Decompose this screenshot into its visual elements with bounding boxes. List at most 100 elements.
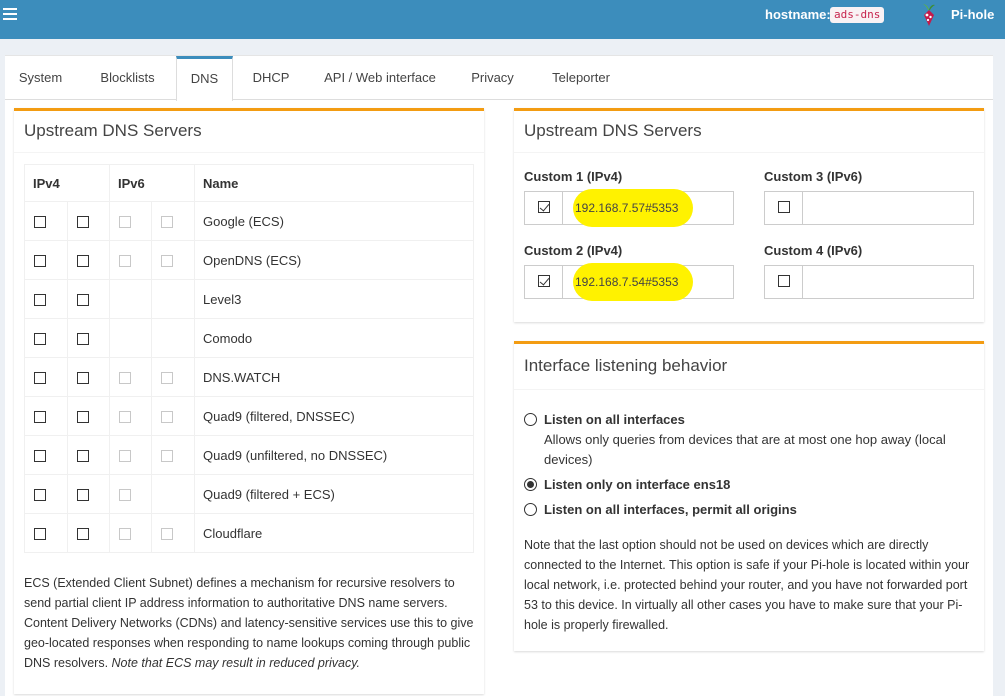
opendns-ipv6-primary-checkbox[interactable] — [119, 255, 131, 268]
quad9-filtered-ipv6-primary-checkbox[interactable] — [119, 411, 131, 424]
tab-privacy[interactable]: Privacy — [459, 56, 526, 100]
opendns-ipv4-secondary-checkbox[interactable] — [77, 255, 89, 268]
quad9-ecs-ipv6-primary-checkbox[interactable] — [119, 489, 131, 502]
table-row: Quad9 (filtered, DNSSEC) — [24, 396, 474, 436]
upstream-dns-table: IPv4 IPv6 Name Google (ECS) OpenDNS (ECS… — [24, 164, 474, 553]
server-name: Quad9 (filtered + ECS) — [194, 474, 474, 514]
upstream-dns-box: Upstream DNS Servers IPv4 IPv6 Name Goog… — [14, 108, 484, 694]
name-header: Name — [194, 164, 474, 202]
custom1-label: Custom 1 (IPv4) — [524, 169, 623, 184]
listen-permit-all-radio[interactable] — [524, 503, 537, 516]
hostname-label: hostname: — [765, 7, 831, 22]
ecs-note-italic: Note that ECS may result in reduced priv… — [111, 656, 361, 670]
google-ipv4-secondary-checkbox[interactable] — [77, 216, 89, 229]
custom4-label: Custom 4 (IPv6) — [764, 243, 863, 258]
hamburger-menu-icon[interactable] — [3, 8, 17, 22]
custom-upstream-box: Upstream DNS Servers Custom 1 (IPv4) 192… — [514, 108, 984, 322]
level3-ipv4-primary-checkbox[interactable] — [34, 294, 46, 307]
top-navbar: hostname: ads-dns Pi-hole — [0, 0, 1005, 39]
tab-api-web-interface[interactable]: API / Web interface — [309, 56, 451, 100]
dnswatch-ipv4-primary-checkbox[interactable] — [34, 372, 46, 385]
server-name: Quad9 (unfiltered, no DNSSEC) — [194, 435, 474, 475]
hostname-value: ads-dns — [830, 7, 885, 23]
dnswatch-ipv6-secondary-checkbox[interactable] — [161, 372, 173, 385]
tab-dns[interactable]: DNS — [176, 56, 233, 101]
table-row: Quad9 (filtered + ECS) — [24, 474, 474, 514]
opendns-ipv4-primary-checkbox[interactable] — [34, 255, 46, 268]
quad9-filtered-ipv4-primary-checkbox[interactable] — [34, 411, 46, 424]
quad9-unfiltered-ipv6-primary-checkbox[interactable] — [119, 450, 131, 463]
tab-dhcp[interactable]: DHCP — [241, 56, 301, 100]
quad9-unfiltered-ipv4-primary-checkbox[interactable] — [34, 450, 46, 463]
pihole-logo-icon[interactable] — [919, 3, 939, 27]
google-ipv6-secondary-checkbox[interactable] — [161, 216, 173, 229]
custom3-input-group — [764, 191, 974, 225]
custom1-input[interactable]: 192.168.7.57#5353 — [575, 192, 678, 224]
server-name: Google (ECS) — [194, 201, 474, 241]
brand-name[interactable]: Pi-hole — [951, 7, 994, 22]
table-row: Google (ECS) — [24, 201, 474, 241]
ecs-explanation: ECS (Extended Client Subnet) defines a m… — [24, 573, 479, 673]
table-row: Cloudflare — [24, 513, 474, 553]
quad9-filtered-ipv4-secondary-checkbox[interactable] — [77, 411, 89, 424]
quad9-unfiltered-ipv6-secondary-checkbox[interactable] — [161, 450, 173, 463]
custom4-checkbox[interactable] — [778, 275, 790, 287]
google-ipv4-primary-checkbox[interactable] — [34, 216, 46, 229]
custom3-addon — [765, 192, 803, 224]
listen-interface-radio[interactable] — [524, 478, 537, 491]
listen-all-description: Allows only queries from devices that ar… — [544, 432, 946, 467]
custom2-input-group: 192.168.7.54#5353 — [524, 263, 734, 301]
custom2-label: Custom 2 (IPv4) — [524, 243, 623, 258]
quad9-ecs-ipv4-secondary-checkbox[interactable] — [77, 489, 89, 502]
comodo-ipv4-secondary-checkbox[interactable] — [77, 333, 89, 346]
custom2-input[interactable]: 192.168.7.54#5353 — [575, 266, 678, 298]
listen-all-label[interactable]: Listen on all interfaces — [544, 412, 685, 427]
ipv6-header: IPv6 — [109, 164, 195, 202]
interface-note: Note that the last option should not be … — [524, 538, 970, 632]
upstream-dns-title: Upstream DNS Servers — [14, 111, 484, 153]
cloudflare-ipv4-secondary-checkbox[interactable] — [77, 528, 89, 541]
custom1-checkbox[interactable] — [538, 201, 550, 213]
custom1-addon — [525, 192, 563, 224]
custom4-addon — [765, 266, 803, 298]
level3-ipv4-secondary-checkbox[interactable] — [77, 294, 89, 307]
google-ipv6-primary-checkbox[interactable] — [119, 216, 131, 229]
dnswatch-ipv6-primary-checkbox[interactable] — [119, 372, 131, 385]
interface-listening-title: Interface listening behavior — [514, 344, 984, 390]
listen-interface-label[interactable]: Listen only on interface ens18 — [544, 477, 730, 492]
server-name: Level3 — [194, 279, 474, 319]
opendns-ipv6-secondary-checkbox[interactable] — [161, 255, 173, 268]
cloudflare-ipv4-primary-checkbox[interactable] — [34, 528, 46, 541]
quad9-ecs-ipv4-primary-checkbox[interactable] — [34, 489, 46, 502]
custom4-input-group — [764, 265, 974, 299]
custom3-checkbox[interactable] — [778, 201, 790, 213]
tab-system[interactable]: System — [5, 56, 76, 100]
server-name: Comodo — [194, 318, 474, 358]
cloudflare-ipv6-secondary-checkbox[interactable] — [161, 528, 173, 541]
custom2-addon — [525, 266, 563, 298]
listen-permit-all-label[interactable]: Listen on all interfaces, permit all ori… — [544, 502, 797, 517]
comodo-ipv4-primary-checkbox[interactable] — [34, 333, 46, 346]
custom1-input-group: 192.168.7.57#5353 — [524, 189, 734, 227]
table-row: DNS.WATCH — [24, 357, 474, 397]
custom-upstream-title: Upstream DNS Servers — [514, 111, 984, 153]
custom2-checkbox[interactable] — [538, 275, 550, 287]
table-row: Level3 — [24, 279, 474, 319]
server-name: DNS.WATCH — [194, 357, 474, 397]
server-name: Cloudflare — [194, 513, 474, 553]
tab-teleporter[interactable]: Teleporter — [538, 56, 624, 100]
custom3-label: Custom 3 (IPv6) — [764, 169, 863, 184]
listen-all-radio[interactable] — [524, 413, 537, 426]
quad9-filtered-ipv6-secondary-checkbox[interactable] — [161, 411, 173, 424]
settings-panel: System Blocklists DNS DHCP API / Web int… — [5, 55, 993, 696]
table-row: Comodo — [24, 318, 474, 358]
settings-tabs: System Blocklists DNS DHCP API / Web int… — [5, 56, 993, 101]
server-name: OpenDNS (ECS) — [194, 240, 474, 280]
interface-listening-box: Interface listening behavior Listen on a… — [514, 341, 984, 651]
tab-blocklists[interactable]: Blocklists — [85, 56, 170, 100]
quad9-unfiltered-ipv4-secondary-checkbox[interactable] — [77, 450, 89, 463]
server-name: Quad9 (filtered, DNSSEC) — [194, 396, 474, 436]
dnswatch-ipv4-secondary-checkbox[interactable] — [77, 372, 89, 385]
ipv4-header: IPv4 — [24, 164, 110, 202]
cloudflare-ipv6-primary-checkbox[interactable] — [119, 528, 131, 541]
